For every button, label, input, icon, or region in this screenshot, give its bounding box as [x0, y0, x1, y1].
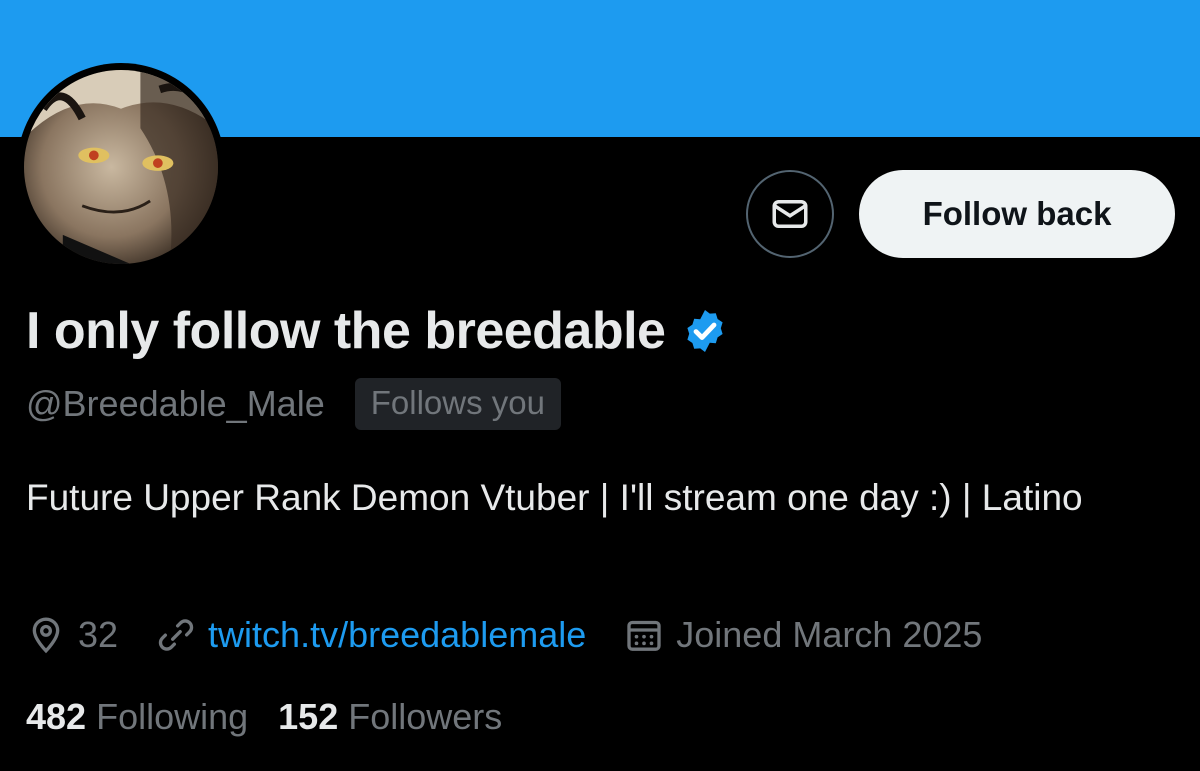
message-button[interactable]	[746, 170, 834, 258]
website-link[interactable]: twitch.tv/breedablemale	[208, 614, 586, 656]
profile-meta: 32 twitch.tv/breedablemale Joined March …	[26, 608, 1020, 662]
avatar[interactable]	[17, 63, 225, 271]
link-icon	[158, 619, 194, 651]
display-name: I only follow the breedable	[26, 302, 666, 360]
following-count: 482	[26, 696, 87, 737]
location-item: 32	[26, 614, 118, 656]
followers-label: Followers	[348, 696, 503, 737]
follow-back-button[interactable]: Follow back	[859, 170, 1175, 258]
avatar-image	[24, 70, 218, 264]
following-link[interactable]: 482 Following	[26, 696, 248, 738]
follows-you-badge: Follows you	[354, 378, 561, 430]
followers-link[interactable]: 152 Followers	[278, 696, 502, 738]
location-text: 32	[78, 614, 119, 655]
verified-badge-icon[interactable]	[681, 307, 729, 355]
website-item[interactable]: twitch.tv/breedablemale	[156, 614, 586, 656]
bio: Future Upper Rank Demon Vtuber | I'll st…	[26, 477, 1083, 518]
calendar-icon	[627, 620, 661, 651]
joined-item: Joined March 2025	[624, 614, 982, 656]
joined-text: Joined March 2025	[676, 614, 983, 655]
following-label: Following	[96, 696, 249, 737]
envelope-icon	[772, 200, 808, 228]
followers-count: 152	[278, 696, 339, 737]
follow-stats: 482 Following 152 Followers	[26, 690, 532, 744]
handle-row: @Breedable_Male Follows you	[26, 378, 561, 430]
location-pin-icon	[32, 617, 60, 654]
name-row: I only follow the breedable	[26, 296, 729, 366]
handle: @Breedable_Male	[26, 383, 325, 424]
